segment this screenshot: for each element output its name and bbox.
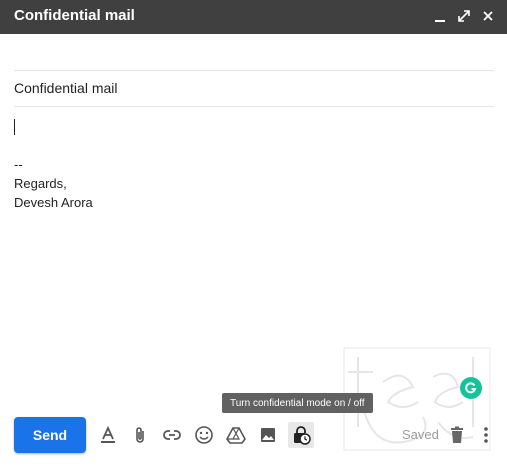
text-cursor bbox=[14, 119, 15, 135]
delete-icon[interactable] bbox=[446, 424, 468, 446]
send-button[interactable]: Send bbox=[14, 417, 86, 453]
compose-window-title: Confidential mail bbox=[14, 7, 135, 24]
subject-field[interactable]: Confidential mail bbox=[14, 80, 118, 96]
compose-title-bar[interactable]: Confidential mail bbox=[0, 0, 507, 34]
grammarly-icon[interactable] bbox=[460, 377, 482, 399]
close-icon[interactable] bbox=[480, 8, 496, 24]
signature-separator: -- bbox=[14, 157, 23, 172]
saved-status: Saved bbox=[402, 427, 439, 442]
photo-icon[interactable] bbox=[257, 424, 279, 446]
emoji-icon[interactable] bbox=[193, 424, 215, 446]
attach-icon[interactable] bbox=[129, 424, 151, 446]
expand-icon[interactable] bbox=[456, 8, 472, 24]
recipients-divider bbox=[14, 70, 494, 71]
minimize-icon[interactable] bbox=[432, 8, 448, 24]
format-text-icon[interactable] bbox=[97, 424, 119, 446]
confidential-mode-icon[interactable] bbox=[288, 422, 314, 448]
drive-icon[interactable] bbox=[225, 424, 247, 446]
more-options-icon[interactable] bbox=[475, 424, 497, 446]
link-icon[interactable] bbox=[161, 424, 183, 446]
confidential-mode-tooltip: Turn confidential mode on / off bbox=[222, 393, 373, 413]
subject-divider bbox=[14, 106, 494, 107]
signature-name: Devesh Arora bbox=[14, 195, 93, 210]
signature-regards: Regards, bbox=[14, 176, 67, 191]
